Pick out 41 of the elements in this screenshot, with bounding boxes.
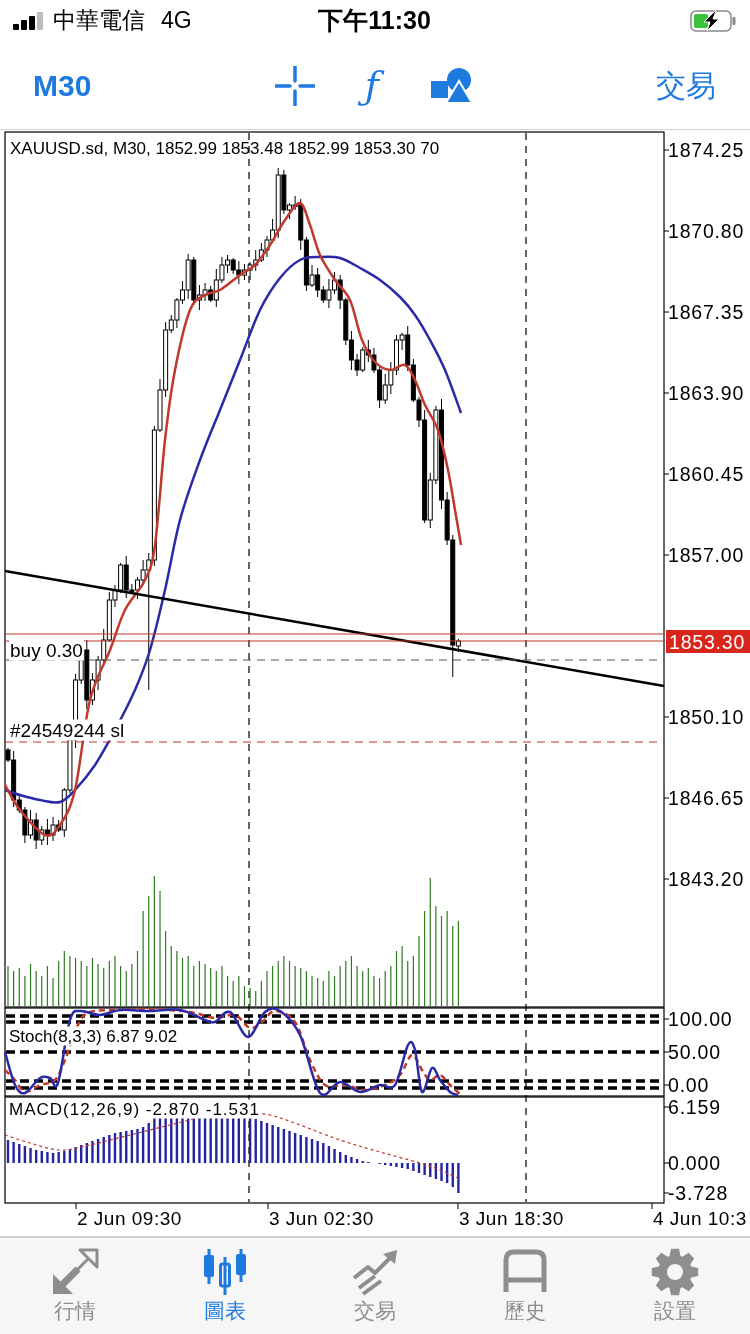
crosshair-icon[interactable] (274, 65, 315, 106)
signal-icon (13, 12, 45, 30)
chart-header: XAUUSD.sd, M30, 1852.99 1853.48 1852.99 1853.30 70 (10, 138, 440, 158)
price-axis-label: 1863.90 (668, 382, 745, 404)
stochastic-axis-label: 0.00 (668, 1074, 710, 1096)
network-type: 4G (161, 8, 192, 34)
stochastic-axis-label: 50.00 (668, 1041, 721, 1063)
price-axis-label: 1846.65 (668, 787, 745, 809)
price-axis-label: 1843.20 (668, 868, 745, 890)
time-axis-label: 4 Jun 10:3 (653, 1207, 747, 1229)
candlestick-icon (201, 1248, 249, 1296)
price-axis-label: 1850.10 (668, 706, 745, 728)
arrows-icon (51, 1248, 99, 1296)
time-axis-label: 3 Jun 18:30 (459, 1207, 564, 1229)
macd-axis-label: 0.000 (668, 1152, 721, 1174)
tab-button[interactable]: 設置 (600, 1238, 750, 1334)
stochastic-axis-label: 100.00 (668, 1008, 733, 1030)
shapes-icon[interactable] (430, 67, 473, 104)
macd-axis-label: 6.159 (668, 1096, 721, 1118)
trend-arrow-icon (351, 1248, 399, 1296)
timeframe-button[interactable]: M30 (33, 69, 92, 102)
price-axis-label: 1874.25 (668, 139, 745, 161)
price-axis-label: 1867.35 (668, 301, 745, 323)
gear-icon (651, 1248, 699, 1296)
stop-loss-label: #24549244 sl (9, 719, 126, 741)
function-button[interactable]: ƒ (358, 57, 387, 114)
macd-axis-label: -3.728 (668, 1182, 729, 1204)
carrier-name: 中華電信 (53, 8, 145, 34)
order-label: buy 0.30 (9, 639, 84, 661)
tab-button[interactable]: 圖表 (150, 1238, 300, 1334)
tab-button[interactable]: 歷史 (450, 1238, 600, 1334)
time-axis-label: 3 Jun 02:30 (269, 1207, 374, 1229)
tab-button[interactable]: 交易 (300, 1238, 450, 1334)
price-axis-label: 1870.80 (668, 220, 745, 242)
current-price-tag: 1853.30 (666, 630, 750, 653)
trade-button[interactable]: 交易 (656, 69, 716, 102)
price-axis-label: 1860.45 (668, 463, 745, 485)
clock-time: 下午11:30 (318, 5, 431, 34)
price-axis-label: 1857.00 (668, 544, 745, 566)
time-axis-label: 2 Jun 09:30 (77, 1207, 182, 1229)
tab-button[interactable]: 行情 (0, 1238, 150, 1334)
